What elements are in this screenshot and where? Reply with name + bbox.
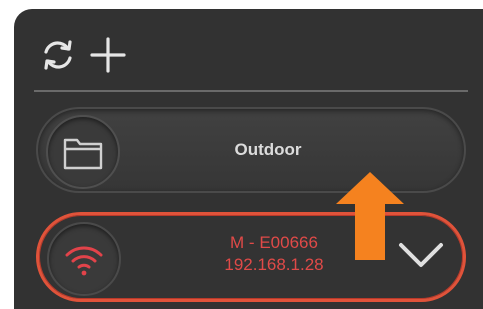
device-name: M - E00666 xyxy=(230,233,318,252)
divider xyxy=(34,90,468,92)
device-icon-circle xyxy=(47,222,121,296)
toolbar xyxy=(36,33,130,77)
wifi-icon xyxy=(65,246,103,276)
device-info: M - E00666 192.168.1.28 xyxy=(209,232,339,276)
refresh-button[interactable] xyxy=(36,33,80,77)
refresh-icon xyxy=(44,40,72,70)
add-button[interactable] xyxy=(86,33,130,77)
arrow-up-icon xyxy=(336,172,404,260)
device-ip: 192.168.1.28 xyxy=(224,255,324,274)
device-panel: Outdoor M - E00666 192.168.1.28 xyxy=(14,9,483,309)
location-icon-circle xyxy=(46,115,120,189)
plus-icon xyxy=(90,37,126,73)
folder-icon xyxy=(63,138,103,170)
chevron-down-icon[interactable] xyxy=(397,239,445,271)
